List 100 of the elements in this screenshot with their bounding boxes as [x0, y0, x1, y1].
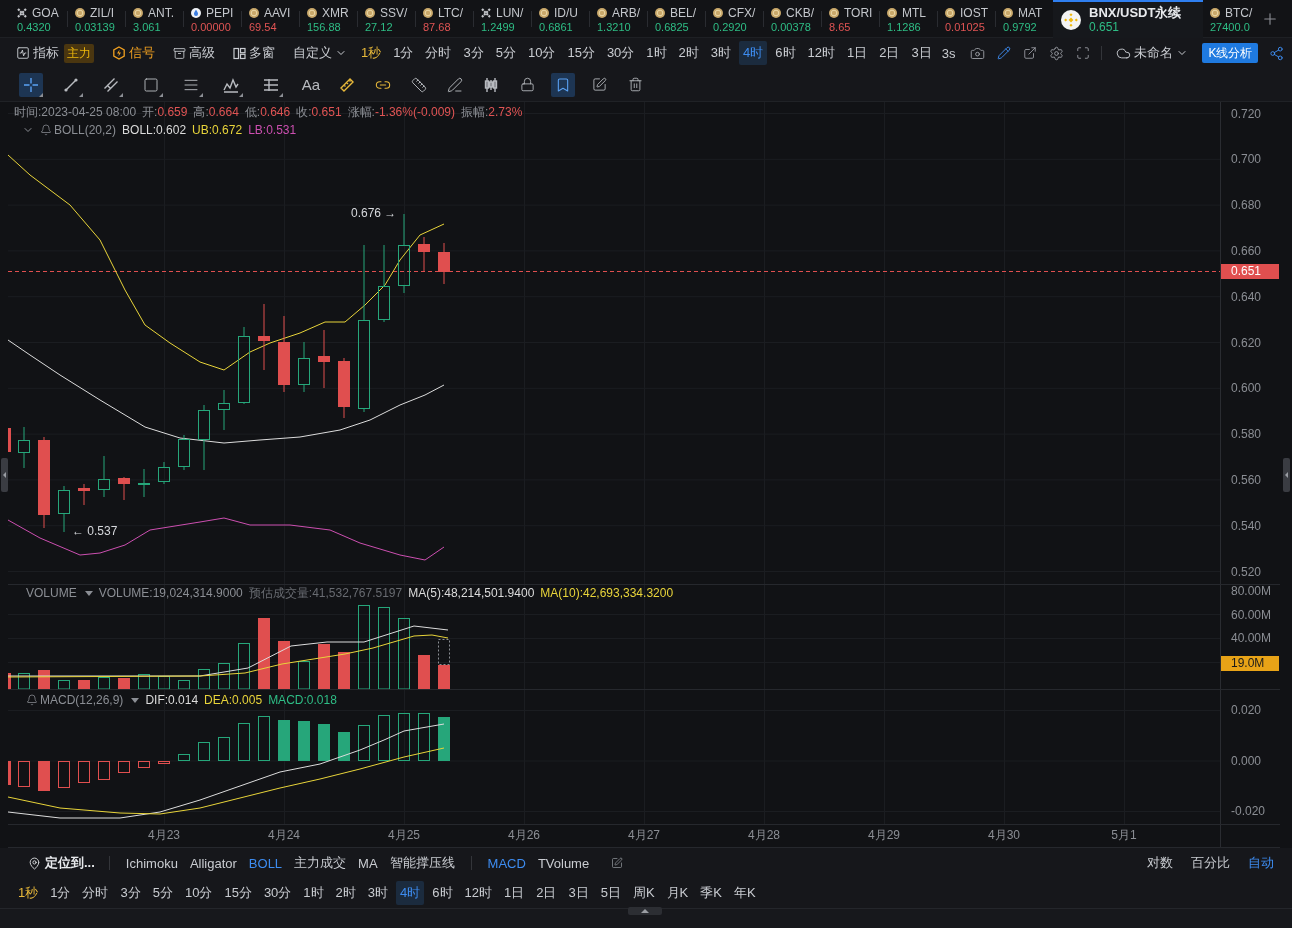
interval-tab[interactable]: 3时 [363, 881, 393, 905]
interval-tab[interactable]: 2日 [875, 41, 904, 65]
interval-tab[interactable]: 10分 [523, 41, 560, 65]
interval-tab[interactable]: 月K [662, 881, 693, 905]
signal-label: 信号 [129, 44, 155, 62]
macd-bar [98, 761, 110, 780]
ticker-tab[interactable]: BTC/ 27400.0 [1203, 0, 1260, 38]
ticker-tab[interactable]: TORI 8.65 [822, 0, 879, 38]
interval-tab[interactable]: 2时 [331, 881, 360, 905]
refresh-rate-button[interactable]: 3s [937, 41, 960, 65]
interval-tab[interactable]: 10分 [180, 881, 217, 905]
interval-tab[interactable]: 3分 [116, 881, 145, 905]
interval-tab[interactable]: 1分 [389, 41, 418, 65]
scale-mode-toggle[interactable]: 对数 [1143, 852, 1177, 874]
camera-icon [970, 45, 986, 61]
indicator-toggle[interactable]: BOLL [244, 852, 287, 874]
volume-bar [18, 673, 30, 689]
ticker-tab[interactable]: CFX/ 0.2920 [706, 0, 763, 38]
drawing-tool-button[interactable] [551, 72, 575, 97]
ticker-tab[interactable]: BNX/USDT永续 0.651 [1053, 0, 1203, 38]
interval-tab[interactable]: 3日 [907, 41, 936, 65]
signal-button[interactable]: 信号 [108, 41, 159, 65]
scale-mode-toggle[interactable]: 自动 [1244, 852, 1278, 874]
ticker-tab[interactable]: ID/U 0.6861 [532, 0, 589, 38]
interval-tab[interactable]: 15分 [220, 881, 256, 905]
ticker-tab[interactable]: PEPI 0.00000 [184, 0, 241, 38]
interval-tab[interactable]: 1时 [299, 881, 328, 905]
ticker-tab[interactable]: ARB/ 1.3210 [590, 0, 647, 38]
candle [118, 476, 130, 501]
interval-tab[interactable]: 分时 [78, 881, 113, 905]
locate-button[interactable]: 定位到... [24, 852, 99, 874]
current-price-tag: 0.651 [1221, 264, 1279, 279]
ticker-tab[interactable]: SSV/ 27.12 [358, 0, 415, 38]
custom-dropdown[interactable]: 自定义 [289, 41, 351, 65]
interval-tab[interactable]: 1时 [642, 41, 671, 65]
interval-tab[interactable]: 6时 [771, 41, 800, 65]
collapse-handle[interactable] [628, 907, 662, 915]
ticker-tab[interactable]: AAVI 69.54 [242, 0, 299, 38]
interval-tab[interactable]: 4时 [739, 41, 768, 65]
collapse-left-handle[interactable] [0, 458, 8, 492]
multi-window-button[interactable]: 多窗 [229, 41, 279, 65]
ticker-tab[interactable]: ANT. 3.061 [126, 0, 183, 38]
indicator-toggle[interactable]: Ichimoku [121, 852, 182, 874]
interval-tab[interactable]: 5日 [596, 881, 625, 905]
interval-tab[interactable]: 周K [628, 881, 659, 905]
interval-tab[interactable]: 年K [729, 881, 760, 905]
interval-tab[interactable]: 30分 [259, 881, 296, 905]
date-axis-label: 4月26 [508, 828, 540, 842]
interval-tab[interactable]: 5分 [148, 881, 177, 905]
indicator-toggle[interactable]: 智能撑压线 [385, 852, 459, 874]
interval-tab[interactable]: 5分 [491, 41, 520, 65]
interval-tab[interactable]: 1秒 [14, 881, 43, 905]
interval-tab[interactable]: 季K [696, 881, 726, 905]
volume-bar [298, 661, 310, 689]
ticker-tab[interactable]: ZIL/I 0.03139 [68, 0, 125, 38]
ticker-tab[interactable]: MAT 0.9792 [996, 0, 1053, 38]
interval-tab[interactable]: 12时 [460, 881, 496, 905]
indicator-value: MA(10):42,693,334.3200 [540, 586, 674, 600]
indicator-toggle[interactable]: MACD [483, 852, 530, 874]
interval-tab[interactable]: 3时 [706, 41, 736, 65]
interval-tab[interactable]: 1日 [843, 41, 872, 65]
bell-icon[interactable] [40, 124, 52, 136]
ticker-tab[interactable]: LUN/ 1.2499 [474, 0, 531, 38]
ticker-tab[interactable]: CKB/ 0.00378 [764, 0, 821, 38]
interval-tab[interactable]: 15分 [563, 41, 599, 65]
interval-tab[interactable]: 分时 [421, 41, 456, 65]
indicator-toggle[interactable]: 主力成交 [290, 852, 351, 874]
interval-tab[interactable]: 1秒 [357, 41, 386, 65]
ticker-tab[interactable]: IOST 0.01025 [938, 0, 995, 38]
caret-down-icon[interactable] [84, 590, 93, 596]
interval-tab[interactable]: 3日 [564, 881, 593, 905]
indicator-toggle[interactable]: TVolume [533, 852, 594, 874]
collapse-right-handle[interactable] [1282, 458, 1290, 492]
caret-down-icon[interactable] [131, 697, 140, 703]
ticker-tab[interactable]: BEL/ 0.6825 [648, 0, 705, 38]
interval-tab[interactable]: 1分 [46, 881, 75, 905]
ticker-tab[interactable]: MTL 1.1286 [880, 0, 937, 38]
scale-mode-toggle[interactable]: 百分比 [1187, 852, 1234, 874]
drawing-tool-button[interactable]: Aa [299, 72, 323, 97]
ticker-tab[interactable]: XMR 156.88 [300, 0, 357, 38]
coin-icon [539, 7, 549, 18]
interval-tab[interactable]: 2日 [532, 881, 561, 905]
layout-dropdown[interactable]: 未命名 [1112, 41, 1193, 65]
ticker-tab[interactable]: GOA 0.4320 [10, 0, 67, 38]
interval-tab[interactable]: 6时 [428, 881, 457, 905]
interval-tab[interactable]: 30分 [602, 41, 639, 65]
ticker-tab[interactable]: LTC/ 87.68 [416, 0, 473, 38]
drawing-tool-button[interactable] [19, 72, 43, 97]
interval-tab[interactable]: 1日 [500, 881, 529, 905]
analysis-button[interactable]: K线分析 [1202, 43, 1259, 63]
bell-icon[interactable] [26, 694, 38, 706]
indicator-toggle[interactable]: Alligator [185, 852, 241, 874]
interval-tab[interactable]: 2时 [674, 41, 703, 65]
advanced-button[interactable]: 高级 [169, 41, 219, 65]
interval-tab[interactable]: 4时 [396, 881, 425, 905]
interval-tab[interactable]: 3分 [459, 41, 488, 65]
interval-tab[interactable]: 12时 [803, 41, 839, 65]
indicator-toggle[interactable]: MA [354, 852, 382, 874]
indicator-button[interactable]: 指标 主力 [12, 41, 98, 65]
crosshair-icon [23, 76, 39, 93]
